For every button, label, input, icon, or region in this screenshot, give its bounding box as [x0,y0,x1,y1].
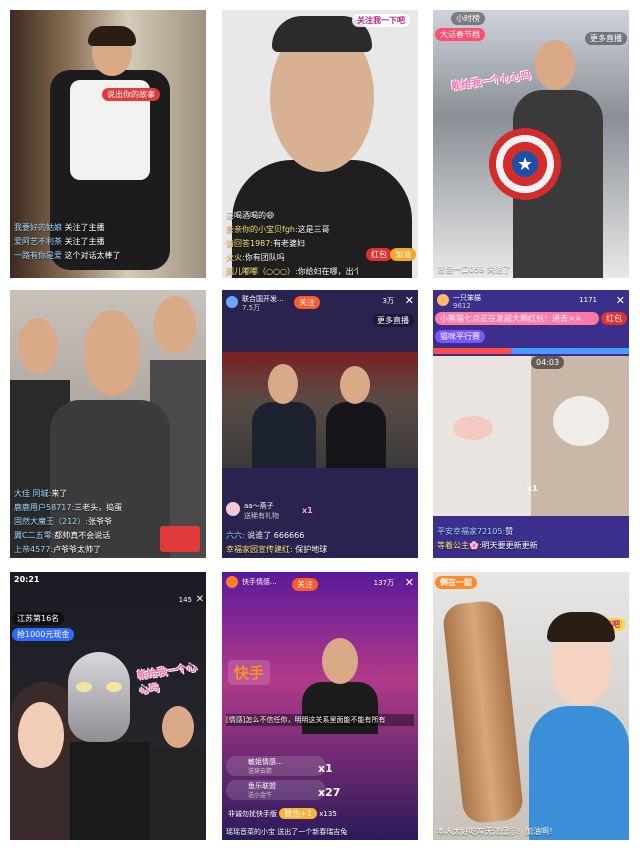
cash-promo[interactable]: 抢1000元现金 [12,628,75,641]
viewer-count: 137万 [373,579,394,587]
gift-row: 鱼乐联盟 送小金牛 [226,780,326,800]
host-name: 快手情感... [242,578,277,586]
close-icon[interactable]: ✕ [405,576,414,589]
follow-button[interactable]: 关注 [294,296,320,309]
live-tile-food[interactable]: 倒在一起 关注我一下吧 本人太好吃车无法显示！加油啊！ [433,572,629,840]
host-avatar[interactable] [437,294,449,306]
star-icon: ★ [517,154,534,175]
gift-row: 敏姐情感... 送穿云箭 [226,756,326,776]
hourly-rank-tag[interactable]: 小时榜 [451,12,485,25]
live-tile-shield[interactable]: ★ 大话春节档 小时榜 更多直播 能给我一个心心吗 宣佳一口059 关注了 [433,10,629,278]
video-frame [222,352,418,468]
comment-line: 上帝4577:卢爷爷太帅了 [14,545,102,554]
comment-line: 我要好的姑娘 关注了主播 [14,223,105,232]
gift-line: 非诚勿扰快手版 我也+1 x135 [228,808,337,819]
mic-label: 说出你的故事 [102,88,160,101]
pk-progress-bar [433,348,629,354]
gift-count: x1 [527,484,538,493]
close-icon[interactable]: ✕ [616,294,625,307]
rank-tag[interactable]: 江苏第16名 [12,612,65,625]
gift-count: x27 [318,786,341,799]
red-packet-banner[interactable]: 小熊猫七点正在发超大颗红包！进去>> [435,312,599,325]
gift-count: x1 [318,762,333,775]
category-tag[interactable]: 猫咪平行赛 [435,330,485,343]
close-icon[interactable]: ✕ [405,294,414,307]
comment-line: 是喝酒喝的😄 [226,211,275,220]
blue-hoodie [529,706,629,840]
bystander-head [162,706,194,748]
hair [88,26,136,46]
bottom-text: 本人太好吃车无法显示！加油啊！ [437,827,557,836]
comment-line: 等着公主🌸:明天要更新更新 [437,541,538,550]
comment-line: 大佳 同城:来了 [14,489,68,498]
follow-button[interactable]: 关注 [292,578,318,591]
comment-line: 幸福家园宣传建红: 保护地球 [226,545,328,554]
close-icon[interactable]: ✕ [196,594,204,605]
right-video [531,356,629,516]
host-followers: 7.5万 [242,304,261,312]
more-live-button[interactable]: 更多直播 [372,314,414,327]
man-coat [70,742,150,840]
left-man-head [18,318,58,374]
right-man-head [154,296,196,354]
gift-user-avatar [226,502,240,516]
live-tile-closeup-host[interactable]: 关注我一下吧 是喝酒喝的😄 亲亲你的小宝贝fgh:这是三哥 请回答1987:有老… [222,10,418,278]
host-sweater [302,682,378,734]
viewer-count: 3万 [382,297,394,305]
rank-badge[interactable]: 倒在一起 [435,576,477,589]
comment-line: 爱阿艺不利茶 关注了主播 [14,237,105,246]
gift-count: x1 [302,506,313,515]
more-live-button[interactable]: 更多直播 [585,32,627,45]
kuaishou-logo: 快手 [228,660,271,685]
viewer-count: 145 [178,596,192,604]
ultraman-mask [68,652,130,742]
woman-face [18,702,64,768]
comment-line: 鹿鹿用户58717:三老头，捣蛋 [14,503,123,512]
gift-text: 送稀有礼物 [244,512,279,520]
hair [547,612,615,642]
viewer-count: 1171 [579,296,597,304]
live-tile-kuaishou-stage[interactable]: 快手情感... 关注 137万 ✕ 快手 [情感]怎么不信任你，明明这关系里面能… [222,572,418,840]
bystander-coat [150,748,206,840]
comment-line: 六六: 说谁了 666666 [226,531,305,540]
live-tile-hamster[interactable]: 一只笨猫 9612 1171 ✕ 小熊猫七点正在发超大颗红包！进去>> 红包 猫… [433,290,629,558]
live-tile-un-event[interactable]: 联合国开发... 7.5万 关注 3万 ✕ 更多直播 aa～燕子 送稀有礼物 x… [222,290,418,558]
mask-eye [106,682,122,692]
mask-eye [76,682,92,692]
left-video [433,356,531,516]
pk-timer: 04:03 [531,356,565,369]
red-packet-button[interactable]: 红包 [601,312,627,325]
comment-line: 一路有你是爱 这个对话太棒了 [14,251,121,260]
man-head [535,40,575,90]
host-avatar[interactable] [226,576,238,588]
caption: [情感]怎么不信任你，明明这关系里面能不能有所有 [226,714,414,726]
comment-line: 平安幸福家72105:赞 [437,527,514,536]
red-packet-button[interactable]: 红包 [366,248,392,261]
header-title[interactable]: 大话春节档 [435,28,485,41]
cheer-button[interactable]: 加油 [390,248,416,261]
gift-user: aa～燕子 [244,502,274,510]
follow-banner[interactable]: 关注我一下吧 [352,14,410,27]
comment-line: 网儿嘟嘟（○○○）:你给妇在哪，出个镜 [226,267,358,276]
live-tile-ultraman[interactable]: 20:21 145 ✕ 江苏第16名 抢1000元现金 能给我一个心心吗 [10,572,206,840]
status-time: 20:21 [14,575,40,584]
red-packet-icon[interactable] [160,526,200,552]
live-tile-elders[interactable]: 大佳 同城:来了 鹿鹿用户58717:三老头，捣蛋 固然大魔王（212）:张爷爷… [10,290,206,558]
comment-line: 亲亲你的小宝贝fgh:这是三哥 [226,225,330,234]
host-followers: 9612 [453,302,471,310]
comment-line: 宣佳一口059 关注了 [437,265,511,274]
host-head [322,638,358,684]
comment-line: 翼C二五零:都帅真不会说话 [14,531,111,540]
live-tile-elder-speaker[interactable]: 说出你的故事 我要好的姑娘 关注了主播 爱阿艺不利茶 关注了主播 一路有你是爱 … [10,10,206,278]
logo-text: 快手 [234,664,265,682]
host-avatar[interactable] [226,296,238,308]
center-man-head [84,310,140,396]
bottom-text: 瑶瑶音菜的小宝 送出了一个新春瑞吉兔 [226,828,348,836]
